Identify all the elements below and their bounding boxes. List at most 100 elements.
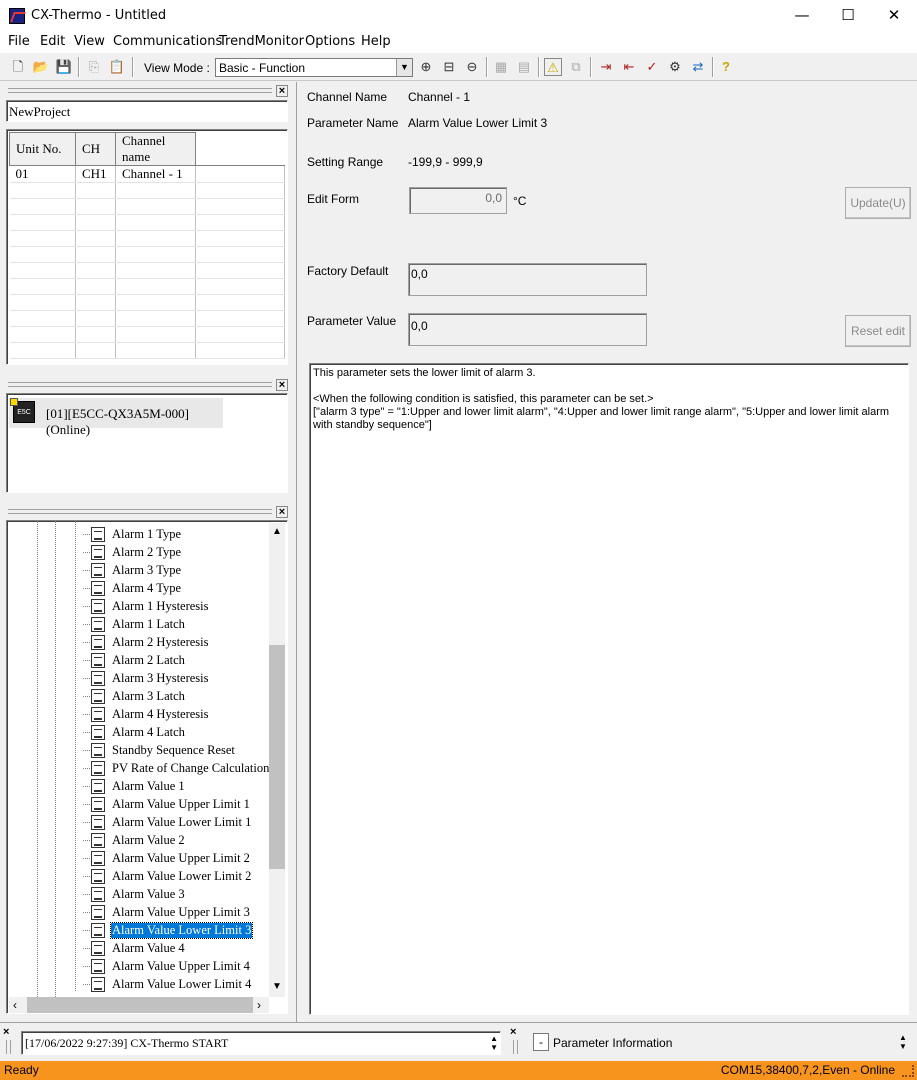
paste-icon[interactable]: 📋 bbox=[108, 58, 126, 76]
log-spin-icon[interactable]: ▲ ▼ bbox=[490, 1034, 498, 1052]
close-icon[interactable]: × bbox=[276, 85, 288, 97]
header-ch[interactable]: CH bbox=[75, 132, 116, 166]
info-spin-icon[interactable]: ▲ ▼ bbox=[899, 1033, 907, 1051]
grid-icon[interactable]: ▦ bbox=[492, 58, 510, 76]
tree-item[interactable]: Alarm Value Lower Limit 4 bbox=[91, 975, 252, 993]
close-icon[interactable]: × bbox=[276, 506, 288, 518]
tree-item-label: PV Rate of Change Calculation Pe bbox=[112, 760, 286, 775]
tree-item[interactable]: Alarm 2 Hysteresis bbox=[91, 633, 210, 651]
device-entry[interactable]: E5C [01][E5CC-QX3A5M-000](Online) bbox=[9, 398, 223, 437]
header-unit-no[interactable]: Unit No. bbox=[9, 132, 76, 166]
help-icon[interactable]: ? bbox=[717, 58, 735, 76]
cell-channel-name[interactable]: Channel - 1 bbox=[115, 165, 196, 183]
tree-item[interactable]: Alarm 4 Type bbox=[91, 579, 182, 597]
cell-unit-no[interactable]: 01 bbox=[9, 165, 76, 183]
tree-item[interactable]: Alarm 3 Type bbox=[91, 561, 182, 579]
tree-item[interactable]: Alarm 2 Type bbox=[91, 543, 182, 561]
cell-ch[interactable]: CH1 bbox=[75, 165, 116, 183]
scroll-down-icon[interactable]: ▼ bbox=[272, 981, 282, 992]
menu-file[interactable]: File bbox=[8, 34, 30, 49]
scroll-thumb[interactable] bbox=[27, 997, 253, 1013]
close-icon[interactable]: × bbox=[3, 1026, 9, 1038]
tree-item[interactable]: Alarm Value Upper Limit 1 bbox=[91, 795, 251, 813]
menu-edit[interactable]: Edit bbox=[40, 34, 65, 49]
close-icon[interactable]: × bbox=[276, 379, 288, 391]
device-settings-icon[interactable]: ⚙ bbox=[666, 58, 684, 76]
scroll-right-icon[interactable]: › bbox=[257, 998, 261, 1012]
table-row bbox=[9, 294, 285, 311]
tree-item[interactable]: Standby Sequence Reset bbox=[91, 741, 236, 759]
compare-icon[interactable]: ⧉ bbox=[567, 58, 585, 76]
scroll-up-icon[interactable]: ▲ bbox=[272, 526, 282, 537]
tree-item[interactable]: Alarm Value Upper Limit 4 bbox=[91, 957, 251, 975]
tree-item[interactable]: Alarm Value Lower Limit 2 bbox=[91, 867, 252, 885]
log-panel-grip[interactable]: × bbox=[2, 1026, 16, 1056]
header-channel-name[interactable]: Channel name bbox=[115, 132, 196, 166]
parameter-name-value: Alarm Value Lower Limit 3 bbox=[408, 116, 548, 130]
copy-icon[interactable]: ⎘ bbox=[85, 58, 103, 76]
tree-item[interactable]: Alarm Value Lower Limit 3 bbox=[91, 921, 254, 939]
verify-icon[interactable]: ✓ bbox=[643, 58, 661, 76]
chevron-down-icon[interactable]: ▼ bbox=[396, 59, 412, 76]
tree-item-label: Standby Sequence Reset bbox=[112, 742, 235, 757]
parameter-document-icon bbox=[91, 616, 105, 632]
minimize-button[interactable]: — bbox=[779, 0, 825, 31]
project-name-box[interactable]: NewProject bbox=[6, 100, 288, 122]
update-button[interactable]: Update(U) bbox=[845, 187, 911, 219]
menu-trendmonitor[interactable]: TrendMonitor bbox=[219, 34, 304, 49]
new-file-icon[interactable]: 🗋 bbox=[9, 58, 27, 76]
insert-icon[interactable]: ⊟ bbox=[440, 58, 458, 76]
project-panel-grip[interactable]: × bbox=[4, 85, 290, 97]
tree-item[interactable]: Alarm Value Upper Limit 2 bbox=[91, 849, 251, 867]
close-button[interactable]: ✕ bbox=[871, 0, 917, 31]
scroll-thumb[interactable] bbox=[269, 645, 285, 869]
tree-item[interactable]: Alarm Value 1 bbox=[91, 777, 186, 795]
info-panel-grip[interactable]: × bbox=[509, 1026, 523, 1056]
tree-item[interactable]: Alarm 1 Hysteresis bbox=[91, 597, 210, 615]
transfer-to-device-icon[interactable]: ⇥ bbox=[597, 58, 615, 76]
device-panel-grip[interactable]: × bbox=[4, 379, 290, 391]
remove-icon[interactable]: ⊖ bbox=[463, 58, 481, 76]
menu-bar: File Edit View Communications TrendMonit… bbox=[0, 31, 917, 53]
tree-item[interactable]: PV Rate of Change Calculation Pe bbox=[91, 759, 286, 777]
scroll-left-icon[interactable]: ‹ bbox=[13, 998, 17, 1012]
menu-communications[interactable]: Communications bbox=[113, 34, 222, 49]
transfer-from-device-icon[interactable]: ⇤ bbox=[620, 58, 638, 76]
tree-item[interactable]: Alarm 2 Latch bbox=[91, 651, 186, 669]
open-folder-icon[interactable]: 📂 bbox=[32, 58, 50, 76]
warning-icon[interactable]: ⚠ bbox=[544, 58, 562, 76]
menu-help[interactable]: Help bbox=[361, 34, 391, 49]
tree-item-label: Alarm Value Upper Limit 1 bbox=[112, 796, 250, 811]
reset-edit-button[interactable]: Reset edit bbox=[845, 315, 911, 347]
close-icon[interactable]: × bbox=[510, 1026, 516, 1038]
tree-item[interactable]: Alarm Value 3 bbox=[91, 885, 186, 903]
tree-panel-grip[interactable]: × bbox=[4, 506, 290, 518]
parameter-document-icon bbox=[91, 706, 105, 722]
resize-grip-icon[interactable] bbox=[902, 1065, 914, 1077]
tree-horizontal-scrollbar[interactable]: ‹ › bbox=[9, 997, 269, 1013]
table-row[interactable]: 01 CH1 Channel - 1 bbox=[9, 165, 285, 183]
tree-item[interactable]: Alarm 3 Hysteresis bbox=[91, 669, 210, 687]
tree-item[interactable]: Alarm Value Lower Limit 1 bbox=[91, 813, 252, 831]
tree-item[interactable]: Alarm Value 2 bbox=[91, 831, 186, 849]
tree-vertical-scrollbar[interactable]: ▲ ▼ bbox=[269, 523, 285, 997]
add-icon[interactable]: ⊕ bbox=[417, 58, 435, 76]
online-connect-icon[interactable]: ⇄ bbox=[689, 58, 707, 76]
tree-item[interactable]: Alarm 1 Type bbox=[91, 525, 182, 543]
tree-item-label: Alarm Value Lower Limit 2 bbox=[112, 868, 252, 883]
tree-item[interactable]: Alarm Value 4 bbox=[91, 939, 186, 957]
menu-view[interactable]: View bbox=[74, 34, 105, 49]
info-toggle-button[interactable]: - bbox=[533, 1033, 549, 1051]
tree-item[interactable]: Alarm 4 Latch bbox=[91, 723, 186, 741]
menu-options[interactable]: Options bbox=[305, 34, 355, 49]
tree-item[interactable]: Alarm 4 Hysteresis bbox=[91, 705, 210, 723]
cell-empty bbox=[195, 165, 285, 183]
maximize-button[interactable]: ☐ bbox=[825, 0, 871, 31]
tree-item[interactable]: Alarm 3 Latch bbox=[91, 687, 186, 705]
parameter-document-icon bbox=[91, 832, 105, 848]
save-icon[interactable]: 💾 bbox=[55, 58, 73, 76]
edit-form-input[interactable]: 0,0 bbox=[409, 187, 507, 214]
table-icon[interactable]: ▤ bbox=[515, 58, 533, 76]
tree-item[interactable]: Alarm Value Upper Limit 3 bbox=[91, 903, 251, 921]
tree-item[interactable]: Alarm 1 Latch bbox=[91, 615, 186, 633]
